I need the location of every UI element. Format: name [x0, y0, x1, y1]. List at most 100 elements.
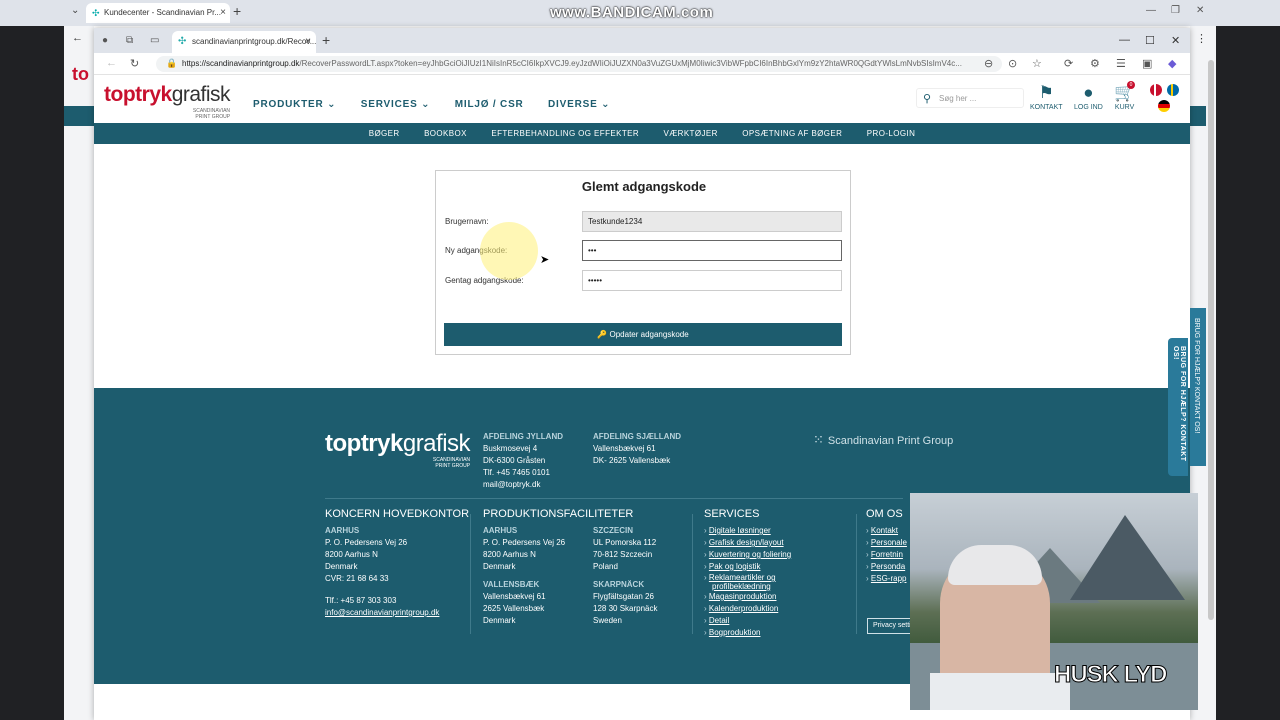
sgp-logo[interactable]: ⁙ Scandinavian Print Group [813, 432, 953, 448]
zoom-icon[interactable]: ⊖ [984, 57, 993, 70]
username-field[interactable] [582, 211, 842, 232]
url-field[interactable]: 🔒 https://scandinavianprintgroup.dk/Reco… [156, 56, 1002, 72]
service-link-detail[interactable]: Detail [709, 616, 729, 625]
person-shirt [930, 673, 1070, 710]
log-ind-button[interactable]: ● LOG IND [1074, 83, 1103, 111]
subnav-opsaetning[interactable]: OPSÆTNING AF BØGER [742, 129, 842, 138]
favicon-icon: ✣ [178, 36, 187, 47]
nav-services[interactable]: SERVICES ⌄ [361, 99, 431, 110]
lock-icon[interactable]: 🔒 [166, 58, 177, 69]
service-link: Bogproduktion [704, 627, 791, 639]
outer-scrollbar[interactable] [1208, 60, 1214, 620]
flag-germany-icon[interactable] [1158, 100, 1170, 112]
recording-watermark: www.BANDICAM.com [550, 4, 714, 21]
new-tab-icon[interactable]: + [322, 32, 330, 48]
om-os-esg[interactable]: ESG-rapp [871, 574, 907, 583]
service-link-kalender[interactable]: Kalenderproduktion [709, 604, 778, 613]
new-tab-icon[interactable]: + [233, 3, 241, 19]
profile-icon[interactable]: ● [102, 35, 108, 46]
service-link-digitale[interactable]: Digitale løsninger [709, 526, 771, 535]
more-icon[interactable]: ⋮ [1196, 32, 1207, 45]
logo-text-dark: grafisk [171, 83, 231, 106]
service-link-reklame[interactable]: Reklameartikler og [709, 573, 776, 582]
mouse-cursor-icon: ➤ [540, 254, 550, 266]
outer-tab[interactable]: ✣ Kundecenter - Scandinavian Pr... × [86, 3, 230, 23]
favorite-star-icon[interactable]: ☆ [1032, 57, 1042, 70]
back-arrow-icon[interactable]: ← [72, 32, 83, 44]
tab-list-icon[interactable]: ⌄ [71, 5, 79, 16]
new-password-field[interactable] [582, 240, 842, 261]
collections-icon[interactable]: ▣ [1142, 57, 1152, 70]
subnav-pro-login[interactable]: PRO-LOGIN [867, 129, 916, 138]
service-link-grafisk[interactable]: Grafisk design/layout [709, 538, 784, 547]
services-list: Digitale løsninger Grafisk design/layout… [704, 525, 791, 639]
minimize-icon[interactable]: — [1119, 34, 1130, 46]
service-link: Digitale løsninger [704, 525, 791, 537]
url-host: https://scandinavianprintgroup.dk [182, 59, 300, 68]
kontakt-label: KONTAKT [1030, 104, 1063, 111]
reload-icon[interactable]: ↻ [130, 57, 139, 70]
back-icon[interactable]: ← [106, 57, 117, 69]
search-placeholder: Søg her ... [939, 94, 977, 103]
footer-divider [325, 498, 903, 499]
koncern-email-link[interactable]: info@scandinavianprintgroup.dk [325, 607, 469, 619]
maximize-icon[interactable]: ☐ [1145, 34, 1155, 47]
nav-produkter[interactable]: PRODUKTER ⌄ [253, 99, 336, 110]
produktion-skarpnack-line2: 128 30 Skarpnäck [593, 604, 658, 613]
webcam-overlay: HUSK LYD [910, 493, 1198, 710]
copilot-icon[interactable]: ◆ [1168, 57, 1176, 70]
service-link-pak[interactable]: Pak og logistik [709, 562, 761, 571]
footer-logo[interactable]: toptrykgrafisk SCANDINAVIAN PRINT GROUP [325, 430, 471, 469]
koncern-cvr: CVR: 21 68 64 33 [325, 574, 389, 583]
nav-diverse[interactable]: DIVERSE ⌄ [548, 99, 610, 110]
footer-jylland: AFDELING JYLLAND Buskmosevej 4 DK-6300 G… [483, 431, 563, 491]
extensions-icon[interactable]: ⚙ [1090, 57, 1100, 70]
form-title: Glemt adgangskode [581, 179, 707, 194]
footer-vdivider-3 [856, 514, 857, 634]
kurv-label: KURV [1114, 104, 1135, 111]
service-link-bog[interactable]: Bogproduktion [709, 628, 761, 637]
kontakt-button[interactable]: ⚑ KONTAKT [1030, 83, 1063, 111]
flag-sweden-icon[interactable] [1167, 84, 1179, 96]
favorites-icon[interactable]: ☰ [1116, 57, 1126, 70]
om-os-persondata[interactable]: Personda [871, 562, 905, 571]
help-tab[interactable]: BRUG FOR HJÆLP? KONTAKT OS! [1168, 338, 1188, 476]
reader-icon[interactable]: ⊙ [1008, 57, 1017, 70]
active-tab[interactable]: ✣ scandinavianprintgroup.dk/Recov... × [172, 31, 316, 53]
close-icon[interactable]: × [220, 7, 226, 18]
tab-actions-icon[interactable]: ▭ [150, 35, 159, 46]
service-link: Kalenderproduktion [704, 603, 791, 615]
desktop-left [0, 26, 64, 720]
subnav-boger[interactable]: BØGER [369, 129, 400, 138]
help-tab-outer[interactable]: BRUG FOR HJÆLP? KONTAKT OS! [1190, 308, 1206, 466]
om-os-personale[interactable]: Personale [871, 538, 907, 547]
om-os-kontakt[interactable]: Kontakt [871, 526, 898, 535]
jylland-email[interactable]: mail@toptryk.dk [483, 479, 563, 491]
nav-miljo-csr[interactable]: MILJØ / CSR [455, 99, 524, 110]
service-link-magasin[interactable]: Magasinproduktion [709, 592, 777, 601]
workspaces-icon[interactable]: ⧉ [126, 35, 133, 46]
subnav-bookbox[interactable]: BOOKBOX [424, 129, 467, 138]
search-input[interactable]: ⚲ Søg her ... [916, 88, 1024, 108]
close-tab-icon[interactable]: × [305, 36, 311, 47]
outer-nav-strip [64, 106, 94, 126]
subnav-efterbehandling[interactable]: EFTERBEHANDLING OG EFFEKTER [491, 129, 639, 138]
subnav-vaerktojer[interactable]: VÆRKTØJER [664, 129, 718, 138]
service-link-kuvertering[interactable]: Kuvertering og foliering [709, 550, 791, 559]
sync-icon[interactable]: ⟳ [1064, 57, 1073, 70]
service-link-profil[interactable]: profilbeklædning [712, 582, 771, 591]
close-window-icon[interactable]: ✕ [1171, 34, 1180, 47]
update-password-button[interactable]: 🔑 Opdater adgangskode [444, 323, 842, 346]
repeat-password-field[interactable] [582, 270, 842, 291]
om-os-forretning[interactable]: Forretnin [871, 550, 903, 559]
flag-denmark-icon[interactable] [1150, 84, 1162, 96]
logo-sub-line2: PRINT GROUP [195, 114, 231, 120]
close-window-icon[interactable]: ✕ [1196, 5, 1204, 16]
logo-subtitle: SCANDINAVIAN PRINT GROUP [193, 108, 230, 120]
site-logo[interactable]: toptrykgrafisk SCANDINAVIAN PRINT GROUP [104, 83, 231, 120]
minimize-icon[interactable]: — [1146, 5, 1156, 16]
footer-vdivider-2 [692, 514, 693, 634]
webcam-caption: HUSK LYD [1053, 661, 1167, 689]
koncern-title: KONCERN HOVEDKONTOR [325, 508, 470, 520]
restore-icon[interactable]: ❐ [1171, 5, 1180, 16]
